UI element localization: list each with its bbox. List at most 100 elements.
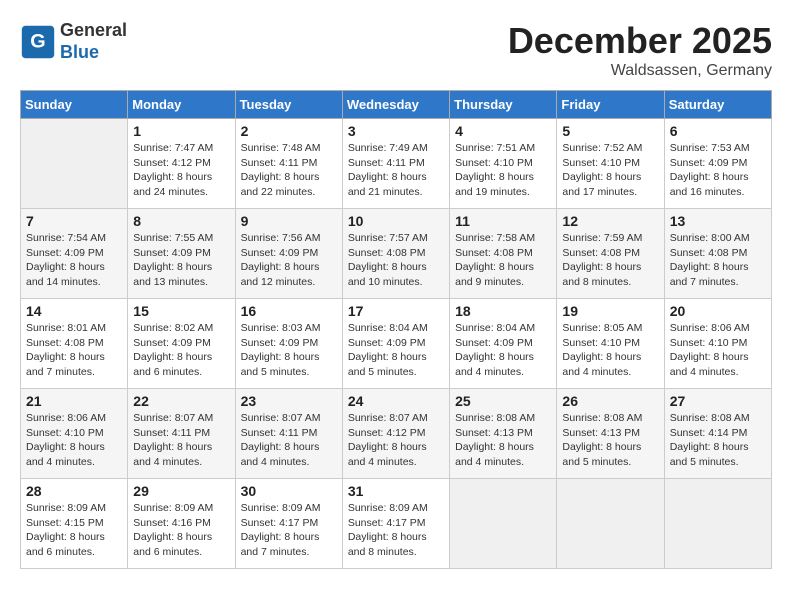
calendar-cell: 17 Sunrise: 8:04 AM Sunset: 4:09 PM Dayli… [342, 299, 449, 389]
day-number: 31 [348, 483, 444, 499]
day-info: Sunrise: 8:06 AM Sunset: 4:10 PM Dayligh… [26, 411, 122, 470]
title-block: December 2025 Waldsassen, Germany [508, 20, 772, 80]
calendar-cell: 19Sunrise: 8:05 AM Sunset: 4:10 PM Dayli… [557, 299, 664, 389]
weekday-header-sunday: Sunday [21, 91, 128, 119]
logo-general: General [60, 20, 127, 40]
day-info: Sunrise: 8:06 AM Sunset: 4:10 PM Dayligh… [670, 321, 766, 380]
day-info: Sunrise: 8:07 AM Sunset: 4:11 PM Dayligh… [133, 411, 229, 470]
weekday-header-saturday: Saturday [664, 91, 771, 119]
day-info: Sunrise: 8:04 AM Sunset: 4:09 PM Dayligh… [348, 321, 444, 380]
day-info: Sunrise: 7:51 AM Sunset: 4:10 PM Dayligh… [455, 141, 551, 200]
day-info: Sunrise: 7:58 AM Sunset: 4:08 PM Dayligh… [455, 231, 551, 290]
calendar-cell: 25Sunrise: 8:08 AM Sunset: 4:13 PM Dayli… [450, 389, 557, 479]
day-number: 8 [133, 213, 229, 229]
calendar-cell: 23Sunrise: 8:07 AM Sunset: 4:11 PM Dayli… [235, 389, 342, 479]
calendar-cell: 7 Sunrise: 7:54 AM Sunset: 4:09 PM Daylig… [21, 209, 128, 299]
day-info: Sunrise: 7:48 AM Sunset: 4:11 PM Dayligh… [241, 141, 337, 200]
day-number: 28 [26, 483, 122, 499]
calendar-cell: 18 Sunrise: 8:04 AM Sunset: 4:09 PM Dayli… [450, 299, 557, 389]
day-number: 16 [241, 303, 337, 319]
day-info: Sunrise: 8:04 AM Sunset: 4:09 PM Dayligh… [455, 321, 551, 380]
month-title: December 2025 [508, 20, 772, 62]
day-number: 20 [670, 303, 766, 319]
calendar-table: SundayMondayTuesdayWednesdayThursdayFrid… [20, 90, 772, 569]
weekday-header-tuesday: Tuesday [235, 91, 342, 119]
calendar-cell: 31 Sunrise: 8:09 AM Sunset: 4:17 PM Dayli… [342, 479, 449, 569]
week-row-1: 1 Sunrise: 7:47 AM Sunset: 4:12 PM Daylig… [21, 119, 772, 209]
day-info: Sunrise: 8:00 AM Sunset: 4:08 PM Dayligh… [670, 231, 766, 290]
day-info: Sunrise: 7:59 AM Sunset: 4:08 PM Dayligh… [562, 231, 658, 290]
day-info: Sunrise: 7:53 AM Sunset: 4:09 PM Dayligh… [670, 141, 766, 200]
day-number: 1 [133, 123, 229, 139]
logo-text: General Blue [60, 20, 127, 63]
calendar-cell: 3Sunrise: 7:49 AM Sunset: 4:11 PM Daylig… [342, 119, 449, 209]
day-number: 3 [348, 123, 444, 139]
calendar-cell: 22Sunrise: 8:07 AM Sunset: 4:11 PM Dayli… [128, 389, 235, 479]
calendar-cell [557, 479, 664, 569]
calendar-cell: 1 Sunrise: 7:47 AM Sunset: 4:12 PM Daylig… [128, 119, 235, 209]
weekday-header-row: SundayMondayTuesdayWednesdayThursdayFrid… [21, 91, 772, 119]
calendar-cell: 12 Sunrise: 7:59 AM Sunset: 4:08 PM Dayli… [557, 209, 664, 299]
day-number: 18 [455, 303, 551, 319]
calendar-cell: 30 Sunrise: 8:09 AM Sunset: 4:17 PM Dayli… [235, 479, 342, 569]
calendar-cell: 29 Sunrise: 8:09 AM Sunset: 4:16 PM Dayli… [128, 479, 235, 569]
logo-icon: G [20, 24, 56, 60]
weekday-header-friday: Friday [557, 91, 664, 119]
day-number: 13 [670, 213, 766, 229]
day-info: Sunrise: 7:55 AM Sunset: 4:09 PM Dayligh… [133, 231, 229, 290]
day-number: 27 [670, 393, 766, 409]
page-header: G General Blue December 2025 Waldsassen,… [20, 20, 772, 80]
svg-text:G: G [30, 30, 45, 52]
weekday-header-monday: Monday [128, 91, 235, 119]
logo: G General Blue [20, 20, 127, 63]
day-number: 29 [133, 483, 229, 499]
day-number: 15 [133, 303, 229, 319]
day-number: 14 [26, 303, 122, 319]
logo-blue: Blue [60, 42, 99, 62]
day-info: Sunrise: 8:09 AM Sunset: 4:17 PM Dayligh… [348, 501, 444, 560]
day-number: 7 [26, 213, 122, 229]
day-number: 30 [241, 483, 337, 499]
day-info: Sunrise: 7:47 AM Sunset: 4:12 PM Dayligh… [133, 141, 229, 200]
calendar-cell: 2Sunrise: 7:48 AM Sunset: 4:11 PM Daylig… [235, 119, 342, 209]
day-number: 10 [348, 213, 444, 229]
week-row-4: 21 Sunrise: 8:06 AM Sunset: 4:10 PM Dayli… [21, 389, 772, 479]
calendar-cell: 13 Sunrise: 8:00 AM Sunset: 4:08 PM Dayli… [664, 209, 771, 299]
day-number: 24 [348, 393, 444, 409]
calendar-cell [450, 479, 557, 569]
weekday-header-wednesday: Wednesday [342, 91, 449, 119]
day-info: Sunrise: 8:08 AM Sunset: 4:14 PM Dayligh… [670, 411, 766, 470]
day-info: Sunrise: 7:52 AM Sunset: 4:10 PM Dayligh… [562, 141, 658, 200]
day-info: Sunrise: 8:09 AM Sunset: 4:16 PM Dayligh… [133, 501, 229, 560]
calendar-cell: 28 Sunrise: 8:09 AM Sunset: 4:15 PM Dayli… [21, 479, 128, 569]
weekday-header-thursday: Thursday [450, 91, 557, 119]
day-number: 5 [562, 123, 658, 139]
day-number: 4 [455, 123, 551, 139]
calendar-cell: 27 Sunrise: 8:08 AM Sunset: 4:14 PM Dayli… [664, 389, 771, 479]
day-number: 12 [562, 213, 658, 229]
day-info: Sunrise: 7:54 AM Sunset: 4:09 PM Dayligh… [26, 231, 122, 290]
day-info: Sunrise: 8:03 AM Sunset: 4:09 PM Dayligh… [241, 321, 337, 380]
day-number: 9 [241, 213, 337, 229]
day-number: 6 [670, 123, 766, 139]
day-info: Sunrise: 8:09 AM Sunset: 4:17 PM Dayligh… [241, 501, 337, 560]
day-number: 21 [26, 393, 122, 409]
day-info: Sunrise: 8:02 AM Sunset: 4:09 PM Dayligh… [133, 321, 229, 380]
day-info: Sunrise: 7:57 AM Sunset: 4:08 PM Dayligh… [348, 231, 444, 290]
day-info: Sunrise: 8:07 AM Sunset: 4:11 PM Dayligh… [241, 411, 337, 470]
calendar-cell: 14Sunrise: 8:01 AM Sunset: 4:08 PM Dayli… [21, 299, 128, 389]
day-info: Sunrise: 7:56 AM Sunset: 4:09 PM Dayligh… [241, 231, 337, 290]
calendar-cell [21, 119, 128, 209]
week-row-2: 7 Sunrise: 7:54 AM Sunset: 4:09 PM Daylig… [21, 209, 772, 299]
calendar-cell: 9 Sunrise: 7:56 AM Sunset: 4:09 PM Daylig… [235, 209, 342, 299]
day-number: 11 [455, 213, 551, 229]
calendar-cell: 20 Sunrise: 8:06 AM Sunset: 4:10 PM Dayli… [664, 299, 771, 389]
day-info: Sunrise: 8:09 AM Sunset: 4:15 PM Dayligh… [26, 501, 122, 560]
location: Waldsassen, Germany [508, 62, 772, 80]
day-info: Sunrise: 8:05 AM Sunset: 4:10 PM Dayligh… [562, 321, 658, 380]
calendar-cell: 8 Sunrise: 7:55 AM Sunset: 4:09 PM Daylig… [128, 209, 235, 299]
calendar-cell: 24Sunrise: 8:07 AM Sunset: 4:12 PM Dayli… [342, 389, 449, 479]
week-row-5: 28 Sunrise: 8:09 AM Sunset: 4:15 PM Dayli… [21, 479, 772, 569]
calendar-cell [664, 479, 771, 569]
day-number: 17 [348, 303, 444, 319]
